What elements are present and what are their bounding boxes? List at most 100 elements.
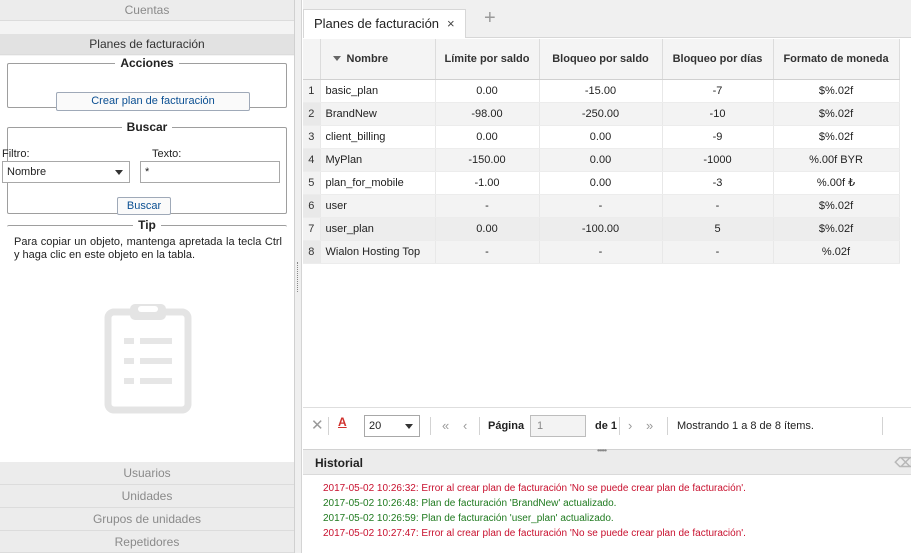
table-header-row: Nombre Límite por saldo Bloqueo por sald… — [303, 39, 900, 80]
table-row[interactable]: 3 client_billing 0.00 0.00 -9 $%.02f — [303, 125, 900, 149]
cell-limite-por-saldo: 0.00 — [435, 217, 540, 241]
divider — [882, 417, 883, 435]
cell-bloqueo-por-saldo: -100.00 — [539, 217, 663, 241]
splitter-grip-icon — [297, 262, 299, 292]
cell-formato-de-moneda: $%.02f — [773, 217, 900, 241]
tab-label: Planes de facturación — [314, 16, 440, 31]
column-header-bloqueo-por-saldo[interactable]: Bloqueo por saldo — [539, 39, 663, 80]
billing-plans-panel: Acciones Crear plan de facturación Busca… — [0, 56, 294, 462]
text-label: Texto: — [152, 148, 182, 160]
section-unidades[interactable]: Unidades — [0, 485, 294, 508]
main-panel: Planes de facturación × + Nombre Límite p… — [303, 0, 911, 553]
cell-formato-de-moneda: $%.02f — [773, 102, 900, 126]
page-number-input[interactable]: 1 — [530, 415, 586, 437]
page-size-select[interactable]: 20 — [364, 415, 420, 437]
row-number: 6 — [303, 194, 321, 218]
cell-nombre[interactable]: user — [320, 194, 436, 218]
last-page-icon[interactable]: » — [646, 416, 653, 436]
column-header-bloqueo-por-dias[interactable]: Bloqueo por días — [662, 39, 774, 80]
eraser-icon[interactable]: ⌫ — [895, 450, 911, 476]
section-cuentas[interactable]: Cuentas — [0, 0, 294, 21]
cell-bloqueo-por-saldo: -15.00 — [539, 79, 663, 103]
history-title: Historial — [315, 456, 364, 470]
section-repetidores[interactable]: Repetidores — [0, 531, 294, 553]
row-number: 2 — [303, 102, 321, 126]
table-row[interactable]: 8 Wialon Hosting Top - - - %.02f — [303, 240, 900, 264]
cell-formato-de-moneda: %.02f — [773, 240, 900, 264]
row-number: 7 — [303, 217, 321, 241]
cell-limite-por-saldo: -150.00 — [435, 148, 540, 172]
cell-limite-por-saldo: -98.00 — [435, 102, 540, 126]
history-header[interactable]: Historial ⌫ — [303, 449, 911, 475]
billing-plans-table: Nombre Límite por saldo Bloqueo por sald… — [303, 39, 900, 264]
history-entry-error: 2017-05-02 10:27:47: Error al crear plan… — [323, 528, 746, 539]
cell-limite-por-saldo: - — [435, 240, 540, 264]
cell-bloqueo-por-saldo: - — [539, 240, 663, 264]
page-count-label: de 1 — [595, 420, 618, 432]
table-row[interactable]: 5 plan_for_mobile -1.00 0.00 -3 %.00f ₺ — [303, 171, 900, 195]
search-title: Buscar — [126, 120, 168, 134]
add-tab-icon[interactable]: + — [484, 8, 496, 28]
cell-nombre[interactable]: plan_for_mobile — [320, 171, 436, 195]
resize-handle-icon[interactable]: ••••• — [597, 446, 607, 455]
row-number: 8 — [303, 240, 321, 264]
cell-limite-por-saldo: 0.00 — [435, 79, 540, 103]
cell-nombre[interactable]: MyPlan — [320, 148, 436, 172]
column-header-nombre[interactable]: Nombre — [320, 39, 436, 80]
table-row[interactable]: 2 BrandNew -98.00 -250.00 -10 $%.02f — [303, 102, 900, 126]
column-header-limite-por-saldo[interactable]: Límite por saldo — [435, 39, 540, 80]
search-group: Buscar Filtro: Texto: Nombre * Buscar — [2, 120, 287, 215]
cell-nombre[interactable]: BrandNew — [320, 102, 436, 126]
column-header-formato-de-moneda[interactable]: Formato de moneda — [773, 39, 900, 80]
history-log: 2017-05-02 10:26:32: Error al crear plan… — [303, 475, 911, 553]
actions-title: Acciones — [120, 56, 174, 70]
row-number: 3 — [303, 125, 321, 149]
section-grupos-de-unidades[interactable]: Grupos de unidades — [0, 508, 294, 531]
cell-nombre[interactable]: basic_plan — [320, 79, 436, 103]
table-row[interactable]: 1 basic_plan 0.00 -15.00 -7 $%.02f — [303, 79, 900, 103]
clear-icon[interactable]: ✕ — [311, 416, 324, 436]
cell-bloqueo-por-saldo: 0.00 — [539, 171, 663, 195]
create-billing-plan-button[interactable]: Crear plan de facturación — [56, 92, 250, 111]
section-usuarios[interactable]: Usuarios — [0, 462, 294, 485]
history-entry-error: 2017-05-02 10:26:32: Error al crear plan… — [323, 483, 746, 494]
tab-bar: Planes de facturación × + — [303, 0, 911, 38]
cell-nombre[interactable]: client_billing — [320, 125, 436, 149]
cell-bloqueo-por-saldo: 0.00 — [539, 148, 663, 172]
tab-billing-plans[interactable]: Planes de facturación × — [303, 9, 466, 38]
prev-page-icon[interactable]: ‹ — [463, 416, 467, 436]
cell-bloqueo-por-dias: - — [662, 194, 774, 218]
left-panel: Cuentas Planes de facturación Acciones C… — [0, 0, 295, 553]
cell-bloqueo-por-saldo: - — [539, 194, 663, 218]
next-page-icon[interactable]: › — [628, 416, 632, 436]
chevron-down-icon — [115, 170, 123, 175]
cell-nombre[interactable]: Wialon Hosting Top — [320, 240, 436, 264]
panel-splitter[interactable] — [295, 0, 302, 553]
close-icon[interactable]: × — [447, 16, 455, 31]
table-row[interactable]: 7 user_plan 0.00 -100.00 5 $%.02f — [303, 217, 900, 241]
cell-bloqueo-por-saldo: -250.00 — [539, 102, 663, 126]
cell-nombre[interactable]: user_plan — [320, 217, 436, 241]
cell-formato-de-moneda: $%.02f — [773, 194, 900, 218]
section-planes-de-facturacion[interactable]: Planes de facturación — [0, 34, 294, 55]
filter-select[interactable]: Nombre — [2, 161, 130, 183]
row-number: 5 — [303, 171, 321, 195]
search-button[interactable]: Buscar — [117, 197, 171, 215]
tip-text: Para copiar un objeto, mantenga apretada… — [14, 236, 282, 261]
first-page-icon[interactable]: « — [442, 416, 449, 436]
cell-bloqueo-por-dias: 5 — [662, 217, 774, 241]
divider — [479, 417, 480, 435]
table-row[interactable]: 4 MyPlan -150.00 0.00 -1000 %.00f BYR — [303, 148, 900, 172]
search-text-input[interactable]: * — [140, 161, 280, 183]
text-color-icon[interactable]: A — [338, 412, 347, 432]
accordion-bottom: Usuarios Unidades Grupos de unidades Rep… — [0, 462, 294, 553]
cell-limite-por-saldo: 0.00 — [435, 125, 540, 149]
chevron-down-icon — [405, 424, 413, 429]
row-number: 1 — [303, 79, 321, 103]
table-row[interactable]: 6 user - - - $%.02f — [303, 194, 900, 218]
cell-formato-de-moneda: $%.02f — [773, 79, 900, 103]
column-header-label: Nombre — [346, 52, 389, 65]
cell-formato-de-moneda: %.00f ₺ — [773, 171, 900, 195]
filter-label: Filtro: — [2, 148, 30, 160]
cell-bloqueo-por-dias: -7 — [662, 79, 774, 103]
